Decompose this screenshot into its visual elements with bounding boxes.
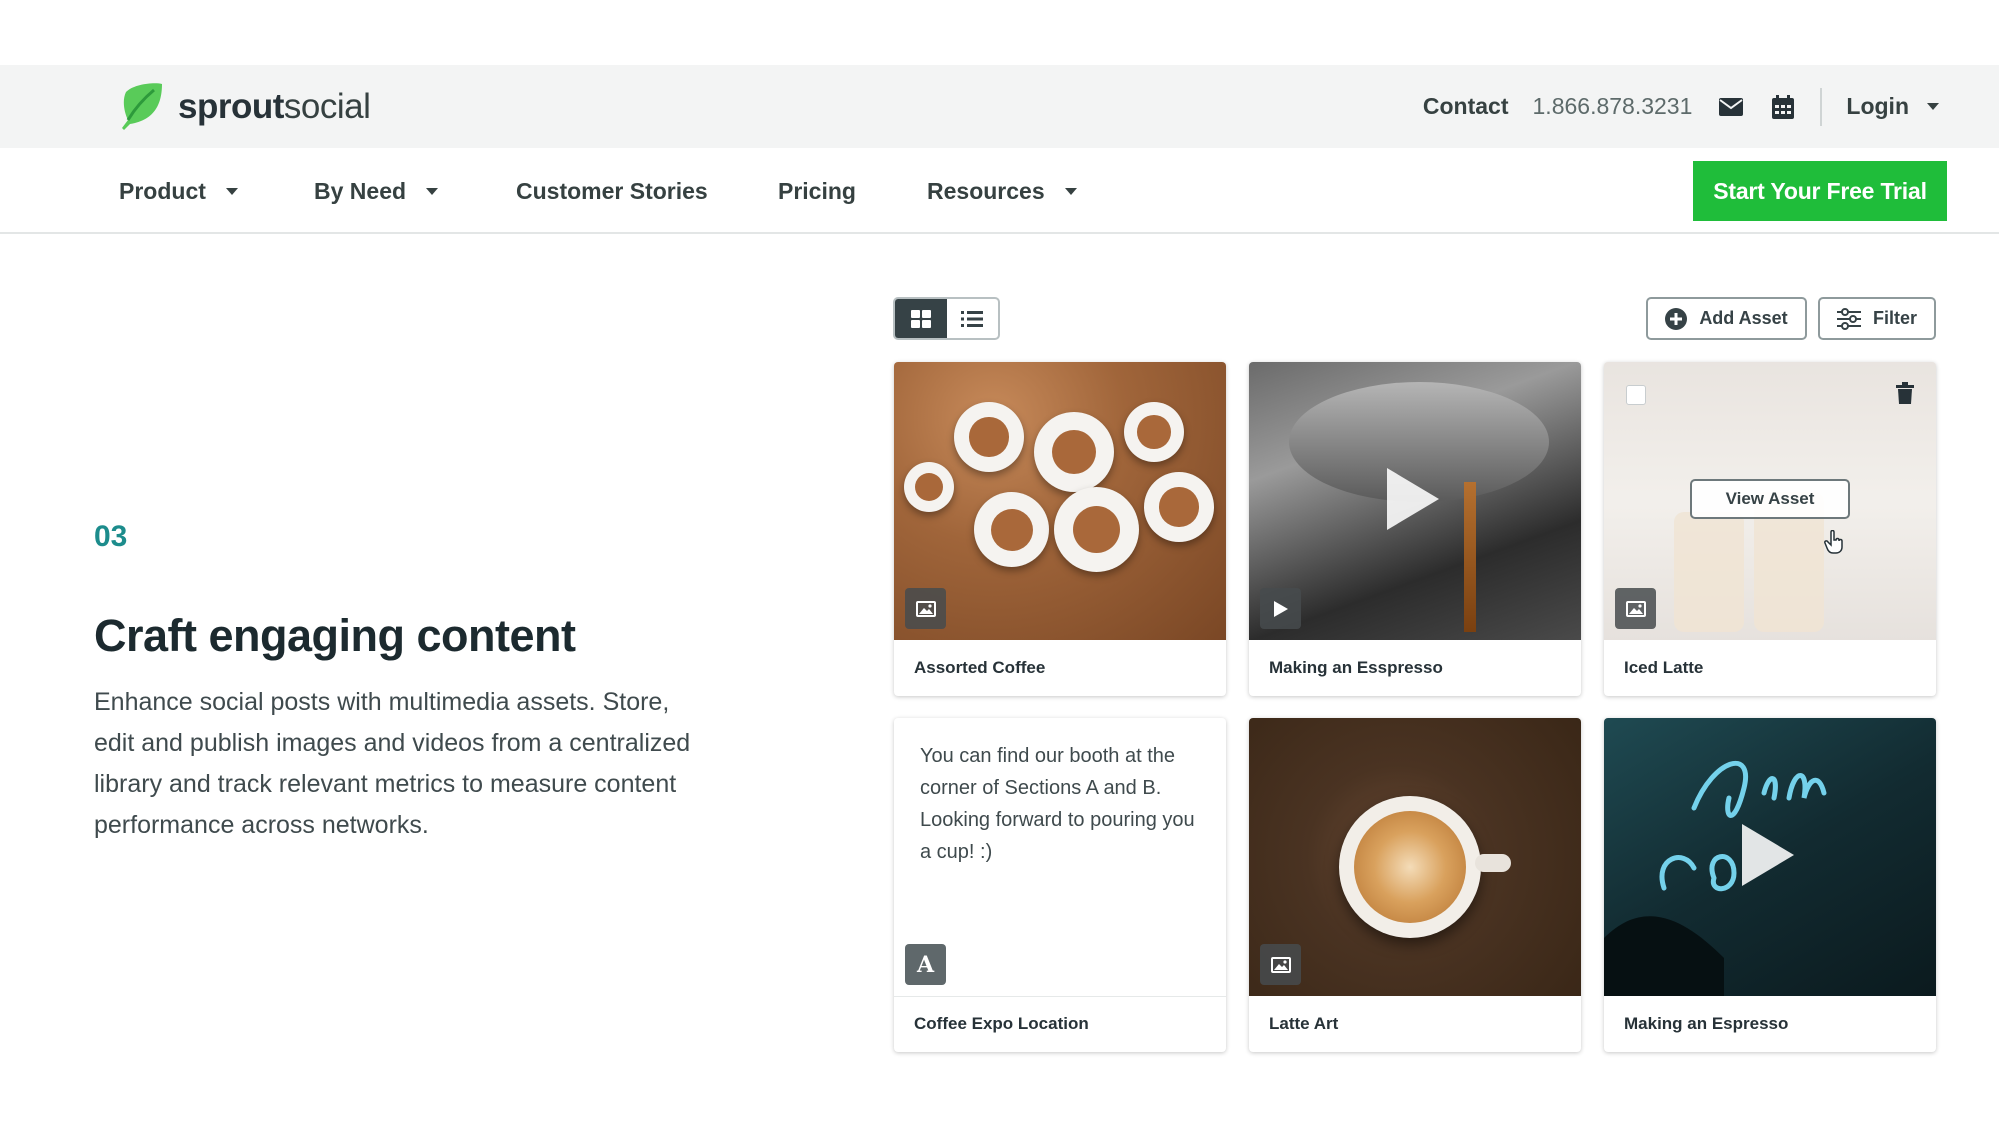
asset-card[interactable]: You can find our booth at the corner of … [894, 718, 1226, 1052]
view-mode-toggle [893, 297, 1000, 340]
image-icon [1270, 956, 1291, 973]
contact-link[interactable]: Contact [1423, 93, 1509, 120]
envelope-icon[interactable] [1718, 94, 1744, 120]
text-asset-content: You can find our booth at the corner of … [920, 745, 1195, 863]
nav-item-resources[interactable]: Resources [927, 148, 1077, 234]
nav-label: By Need [314, 177, 407, 204]
asset-card[interactable]: Latte Art [1249, 718, 1581, 1052]
image-type-badge [1615, 588, 1656, 629]
asset-title: Iced Latte [1624, 658, 1704, 677]
step-number: 03 [94, 520, 128, 553]
list-icon [961, 310, 984, 327]
login-label: Login [1846, 93, 1909, 119]
start-free-trial-button[interactable]: Start Your Free Trial [1693, 161, 1947, 221]
asset-title: Making an Espresso [1624, 1014, 1789, 1033]
nav-label: Product [119, 177, 206, 204]
sliders-icon [1836, 307, 1861, 330]
login-dropdown[interactable]: Login [1846, 93, 1939, 120]
image-type-badge [1260, 944, 1301, 985]
phone-number[interactable]: 1.866.878.3231 [1533, 93, 1693, 120]
play-icon[interactable] [1387, 468, 1439, 530]
nav-label: Customer Stories [516, 177, 708, 204]
chevron-down-icon [225, 187, 238, 195]
asset-card[interactable]: Making an Esspresso [1249, 362, 1581, 696]
asset-card[interactable]: Assorted Coffee [894, 362, 1226, 696]
asset-title: Coffee Expo Location [914, 1014, 1089, 1033]
nav-item-customer-stories[interactable]: Customer Stories [516, 148, 708, 234]
add-asset-label: Add Asset [1699, 308, 1788, 328]
add-asset-button[interactable]: Add Asset [1646, 297, 1807, 340]
chevron-down-icon [1927, 103, 1939, 110]
play-icon[interactable] [1742, 824, 1794, 886]
topbar-divider [1820, 87, 1823, 126]
video-type-badge [1260, 588, 1301, 629]
asset-card-hovered[interactable]: View Asset Iced Latte [1604, 362, 1936, 696]
text-type-badge: A [905, 944, 946, 985]
main-nav: Product By Need Customer Stories Pricing… [0, 148, 1999, 234]
grid-icon [910, 309, 931, 328]
asset-card[interactable]: Making an Espresso [1604, 718, 1936, 1052]
trash-icon[interactable] [1896, 382, 1914, 409]
logo-wordmark: sproutsocial [178, 87, 371, 126]
filter-label: Filter [1872, 308, 1917, 328]
select-checkbox[interactable] [1626, 385, 1646, 405]
view-asset-button[interactable]: View Asset [1690, 479, 1850, 519]
nav-label: Resources [927, 177, 1045, 204]
sproutsocial-logo[interactable]: sproutsocial [120, 81, 371, 133]
feature-title: Craft engaging content [94, 610, 576, 661]
nav-label: Pricing [778, 177, 856, 204]
nav-item-pricing[interactable]: Pricing [778, 148, 856, 234]
image-type-badge [905, 588, 946, 629]
chevron-down-icon [426, 187, 439, 195]
sprout-leaf-icon [122, 83, 162, 130]
asset-title: Assorted Coffee [914, 658, 1046, 677]
asset-title: Making an Esspresso [1269, 658, 1443, 677]
hand-cursor-icon [1824, 529, 1844, 559]
feature-description: Enhance social posts with multimedia ass… [94, 688, 691, 839]
filter-button[interactable]: Filter [1818, 297, 1936, 340]
nav-item-product[interactable]: Product [119, 148, 238, 234]
calendar-icon[interactable] [1770, 94, 1796, 120]
top-utility-bar: sproutsocial Contact 1.866.878.3231 Logi… [0, 65, 1999, 148]
chevron-down-icon [1064, 187, 1077, 195]
asset-title: Latte Art [1269, 1014, 1339, 1033]
play-small-icon [1273, 600, 1288, 617]
nav-item-by-need[interactable]: By Need [314, 148, 439, 234]
plus-circle-icon [1665, 307, 1688, 330]
list-view-button[interactable] [947, 299, 999, 338]
image-icon [915, 600, 936, 617]
grid-view-button[interactable] [895, 299, 947, 338]
image-icon [1625, 600, 1646, 617]
